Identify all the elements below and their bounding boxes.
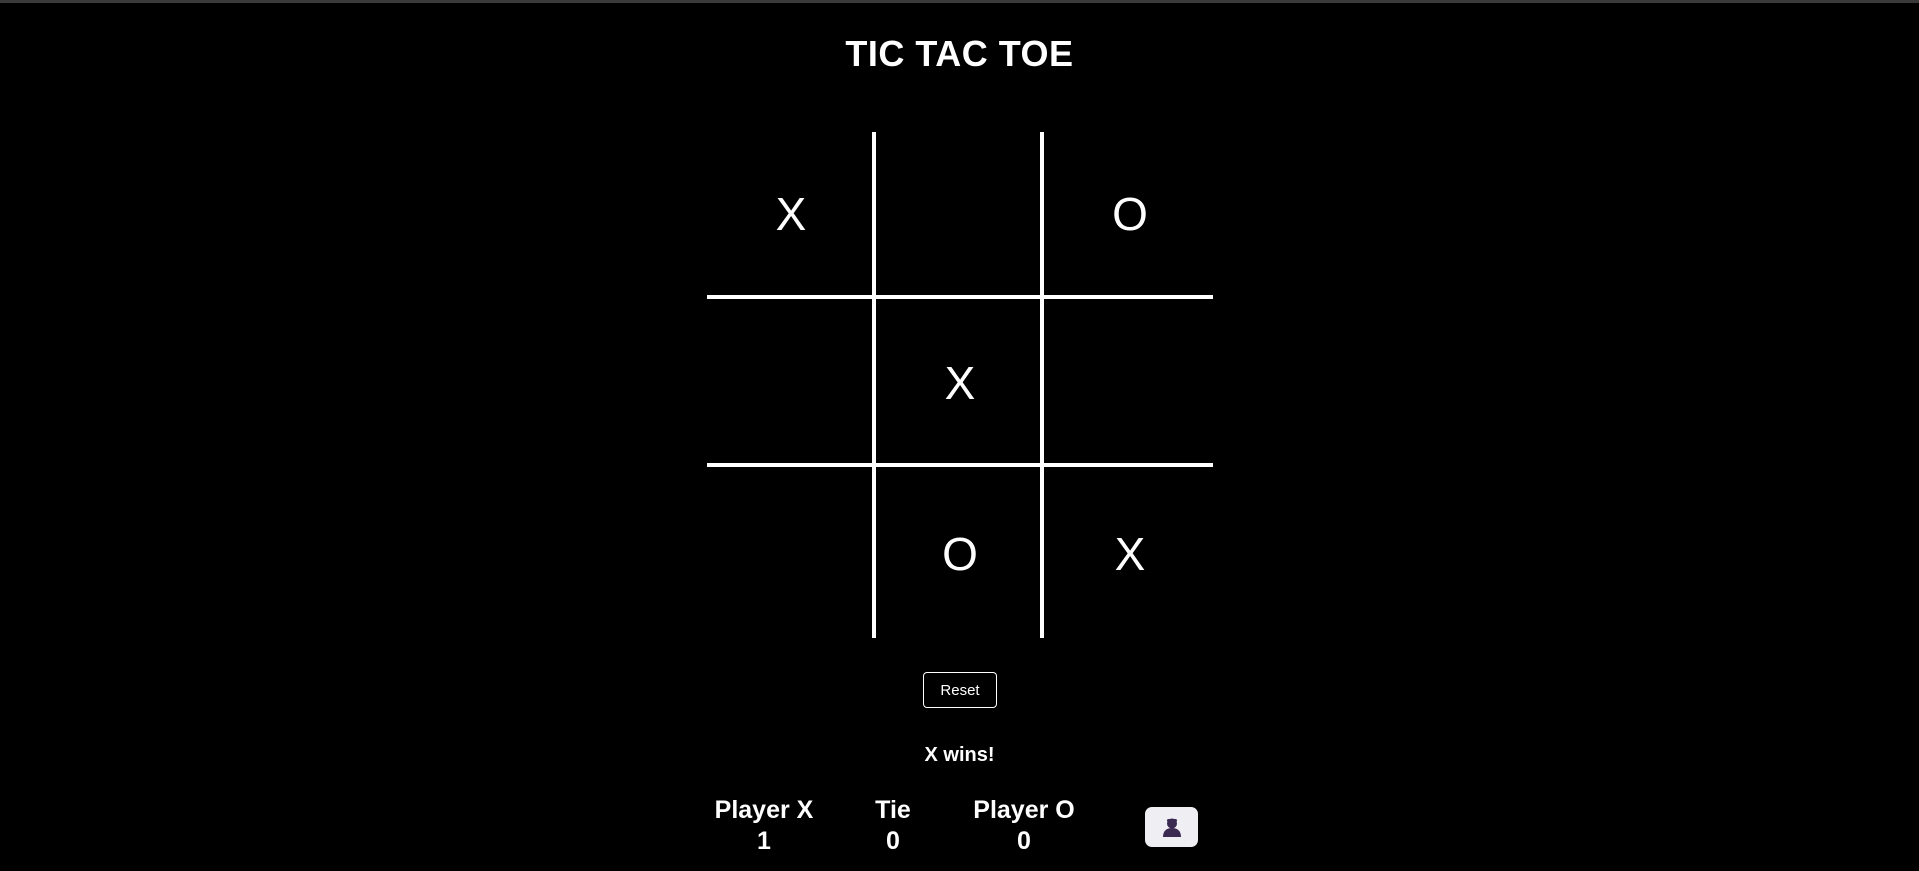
board-cell-4[interactable]: [707, 299, 875, 467]
score-player-x-value: 1: [757, 827, 771, 855]
board-cell-1[interactable]: X: [707, 130, 875, 298]
score-player-o-label: Player O: [973, 796, 1075, 824]
score-player-x: Player X 1: [704, 795, 824, 857]
avatar-button[interactable]: [1145, 807, 1198, 847]
game-status: X wins!: [924, 744, 995, 766]
board-cell-9[interactable]: X: [1046, 470, 1214, 638]
score-tie-label: Tie: [875, 796, 911, 824]
board-cell-2[interactable]: [876, 130, 1044, 298]
top-border: [0, 0, 1919, 3]
board-cell-3[interactable]: O: [1046, 130, 1214, 298]
page-title: TIC TAC TOE: [845, 33, 1074, 74]
board-cell-7[interactable]: [707, 470, 875, 638]
user-icon: [1161, 816, 1183, 838]
reset-button[interactable]: Reset: [923, 672, 997, 708]
game-board: X O X O X: [707, 132, 1213, 638]
score-tie-value: 0: [886, 827, 900, 855]
score-tie: Tie 0: [854, 795, 932, 857]
board-cell-6[interactable]: [1046, 299, 1214, 467]
board-cell-5[interactable]: X: [876, 299, 1044, 467]
board-cell-8[interactable]: O: [876, 470, 1044, 638]
score-player-x-label: Player X: [714, 796, 814, 824]
score-player-o-value: 0: [1017, 827, 1031, 855]
score-player-o: Player O 0: [962, 795, 1086, 857]
